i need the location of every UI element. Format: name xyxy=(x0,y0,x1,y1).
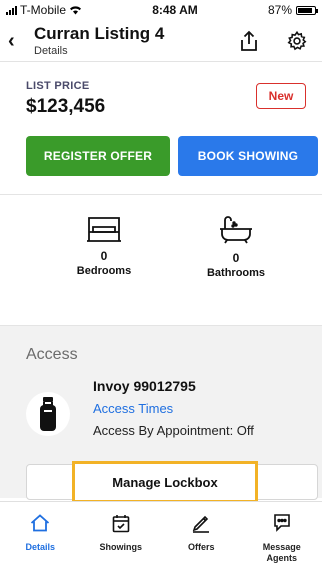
access-details: Invoy 99012795 Access Times Access By Ap… xyxy=(93,378,254,438)
tab-message-agents[interactable]: Message Agents xyxy=(242,502,322,569)
chat-icon xyxy=(273,514,290,532)
listing-subtitle: Details xyxy=(34,45,68,57)
home-icon xyxy=(31,514,50,532)
lockbox-icon xyxy=(40,397,56,431)
phone-screen: T-Mobile 8:48 AM 87% ‹ Curran Listing 4 … xyxy=(0,0,322,569)
back-chevron-icon[interactable]: ‹ xyxy=(8,31,28,51)
lockbox-avatar xyxy=(26,392,70,436)
bottom-tab-bar: Details Showings Offers Message Agents xyxy=(0,501,322,569)
tab-offers[interactable]: Offers xyxy=(161,502,242,569)
bathrooms-count: 0 xyxy=(232,251,240,265)
status-right: 87% xyxy=(267,3,318,17)
tab-details[interactable]: Details xyxy=(0,502,81,569)
access-heading: Access xyxy=(26,346,78,363)
tab-showings-label: Showings xyxy=(99,542,143,552)
action-buttons: REGISTER OFFER BOOK SHOWING xyxy=(26,136,318,176)
pen-icon xyxy=(192,515,210,533)
tab-message-agents-label: Message Agents xyxy=(262,542,301,563)
status-bar: T-Mobile 8:48 AM 87% xyxy=(0,0,322,20)
battery-icon xyxy=(296,5,318,15)
clock: 8:48 AM xyxy=(152,3,198,17)
register-offer-button[interactable]: REGISTER OFFER xyxy=(26,136,170,176)
app-header: ‹ Curran Listing 4 Details xyxy=(0,20,322,62)
bedrooms-count: 0 xyxy=(100,249,108,263)
tab-offers-label: Offers xyxy=(187,542,215,552)
lockbox-device-name: Invoy 99012795 xyxy=(93,378,196,394)
access-times-link[interactable]: Access Times xyxy=(93,401,254,416)
status-badge: New xyxy=(256,83,306,109)
tab-details-label: Details xyxy=(25,542,55,552)
battery-percent: 87% xyxy=(267,3,292,17)
features-section: 0 Bedrooms 0 Bathrooms xyxy=(0,194,322,326)
listing-title: Curran Listing 4 xyxy=(34,24,165,43)
share-icon[interactable] xyxy=(234,26,264,56)
calendar-icon xyxy=(112,514,130,532)
feature-bedrooms: 0 Bedrooms xyxy=(54,215,154,277)
status-left: T-Mobile xyxy=(6,3,82,17)
signal-icon xyxy=(6,5,17,15)
header-titles: Curran Listing 4 Details xyxy=(28,24,216,57)
manage-lockbox-button[interactable]: Manage Lockbox xyxy=(72,461,258,503)
wifi-icon xyxy=(70,6,82,15)
feature-bathrooms: 0 Bathrooms xyxy=(186,215,286,279)
bathrooms-label: Bathrooms xyxy=(206,267,266,279)
tab-showings[interactable]: Showings xyxy=(81,502,162,569)
bathtub-icon xyxy=(220,216,252,244)
gear-icon[interactable] xyxy=(282,26,312,56)
carrier-name: T-Mobile xyxy=(20,3,67,17)
bedrooms-label: Bedrooms xyxy=(76,265,132,277)
access-appointment-status: Access By Appointment: Off xyxy=(93,423,254,438)
bed-icon xyxy=(87,217,121,242)
book-showing-button[interactable]: BOOK SHOWING xyxy=(178,136,318,176)
